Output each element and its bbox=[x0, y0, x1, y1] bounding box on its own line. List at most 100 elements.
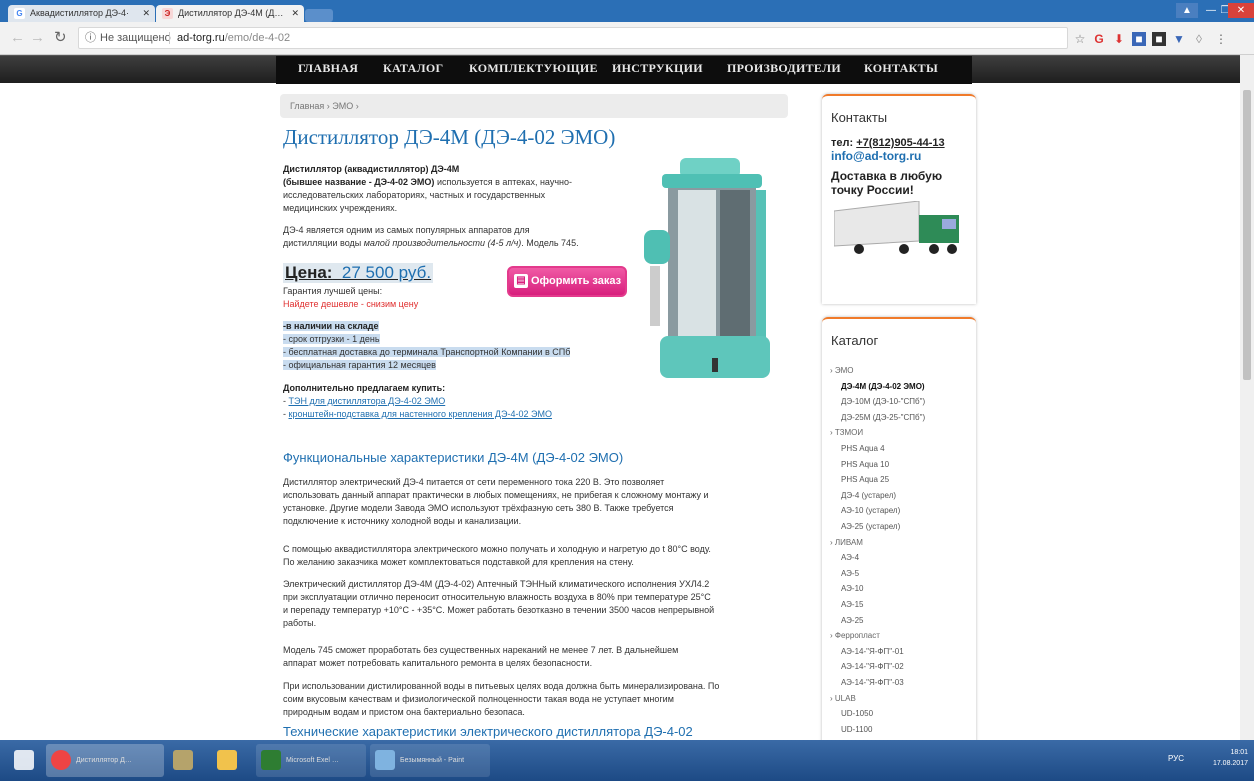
taskbar-explorer[interactable] bbox=[212, 744, 252, 777]
catalog-item[interactable]: PHS Aqua 10 bbox=[841, 460, 889, 469]
start-button[interactable] bbox=[4, 744, 40, 777]
extra-heading: Дополнительно предлагаем купить: bbox=[283, 383, 446, 393]
app-icon bbox=[173, 750, 193, 770]
nav-item-manufacturers[interactable]: ПРОИЗВОДИТЕЛИ bbox=[727, 56, 841, 84]
catalog-heading: Каталог bbox=[831, 333, 879, 348]
browser-tab-2[interactable]: Э Дистиллятор ДЭ-4М (Д… ✕ bbox=[156, 5, 304, 22]
chrome-icon bbox=[51, 750, 71, 770]
paragraph-2: С помощью аквадистиллятора электрическог… bbox=[283, 543, 793, 569]
nav-item-catalog[interactable]: КАТАЛОГ bbox=[383, 56, 443, 84]
paint-icon bbox=[375, 750, 395, 770]
price-tag: Цена: 27 500 руб. bbox=[283, 263, 434, 283]
extension-icon[interactable]: G bbox=[1092, 32, 1106, 46]
extra-products: Дополнительно предлагаем купить: - ТЭН д… bbox=[283, 383, 552, 419]
phone-link[interactable]: +7(812)905-44-13 bbox=[856, 137, 944, 149]
catalog-item[interactable]: PHS Aqua 4 bbox=[841, 444, 885, 453]
extra-link-bracket[interactable]: кронштейн-подставка для настенного крепл… bbox=[289, 409, 552, 419]
shield-icon[interactable]: ◊ bbox=[1192, 32, 1206, 46]
forward-icon[interactable]: → bbox=[30, 29, 45, 47]
extension-icon[interactable]: ■ bbox=[1152, 32, 1166, 46]
catalog-item[interactable]: › ULAB bbox=[830, 694, 856, 703]
catalog-item[interactable]: АЭ-14-"Я-ФП"-03 bbox=[841, 678, 904, 687]
browser-tab-1[interactable]: G Аквадистиллятор ДЭ-4· ✕ bbox=[8, 5, 155, 22]
catalog-item[interactable]: ДЭ-4 (устарел) bbox=[841, 491, 896, 500]
paragraph-line: С помощью аквадистиллятора электрическог… bbox=[283, 544, 711, 554]
catalog-item[interactable]: АЭ-10 (устарел) bbox=[841, 506, 900, 515]
nav-item-home[interactable]: ГЛАВНАЯ bbox=[298, 56, 358, 84]
close-tab-icon[interactable]: ✕ bbox=[291, 5, 299, 22]
tab-title: Дистиллятор ДЭ-4М (Д… bbox=[178, 8, 284, 18]
reload-icon[interactable]: ↻ bbox=[54, 29, 67, 47]
paragraph-line: и перепаду температур +10°С - +35°С. Мож… bbox=[283, 605, 715, 615]
address-bar-row: ← → ↻ ⓘ Не защищено ad-torg.ru/emo/de-4-… bbox=[0, 22, 1254, 55]
catalog-item[interactable]: ДЭ-25М (ДЭ-25-"СПб") bbox=[841, 413, 925, 422]
clock[interactable]: 18:01 17.08.2017 bbox=[1213, 747, 1248, 769]
clock-time: 18:01 bbox=[1230, 749, 1248, 756]
breadcrumb[interactable]: Главная › ЭМО › bbox=[280, 94, 788, 118]
security-label: Не защищено bbox=[100, 32, 171, 44]
language-indicator[interactable]: РУС bbox=[1168, 754, 1184, 763]
catalog-item[interactable]: АЭ-10 bbox=[841, 584, 863, 593]
vpn-icon[interactable]: ▼ bbox=[1172, 32, 1186, 46]
scrollbar-thumb[interactable] bbox=[1243, 90, 1251, 380]
catalog-item[interactable]: АЭ-4 bbox=[841, 553, 859, 562]
extension-icon[interactable]: ■ bbox=[1132, 32, 1146, 46]
catalog-item[interactable]: UD-1050 bbox=[841, 709, 873, 718]
windows-icon bbox=[14, 750, 34, 770]
new-tab-button[interactable] bbox=[305, 9, 333, 22]
paragraph-5: При использовании дистилированной воды в… bbox=[283, 680, 793, 719]
catalog-item[interactable]: ДЭ-4М (ДЭ-4-02 ЭМО) bbox=[841, 382, 925, 391]
price-cheaper-link[interactable]: Найдете дешевле - снизим цену bbox=[283, 298, 418, 311]
extra-link-heater[interactable]: ТЭН для дистиллятора ДЭ-4-02 ЭМО bbox=[289, 396, 446, 406]
menu-icon[interactable]: ⋮ bbox=[1214, 32, 1228, 46]
contacts-box: Контакты тел: +7(812)905-44-13 info@ad-t… bbox=[822, 94, 976, 304]
catalog-item[interactable]: PHS Aqua 25 bbox=[841, 475, 889, 484]
catalog-item[interactable]: АЭ-15 bbox=[841, 600, 863, 609]
back-icon[interactable]: ← bbox=[10, 29, 25, 47]
catalog-item[interactable]: UD-1100 bbox=[841, 725, 872, 734]
intro-p2-c: . Модель 745. bbox=[521, 238, 579, 248]
page-scrollbar[interactable] bbox=[1240, 55, 1254, 740]
email-link[interactable]: info@ad-torg.ru bbox=[822, 149, 976, 163]
nav-item-contacts[interactable]: КОНТАКТЫ bbox=[864, 56, 938, 84]
info-icon[interactable]: ⓘ bbox=[85, 28, 96, 48]
tech-heading: Технические характеристики электрическог… bbox=[283, 724, 693, 739]
taskbar-excel[interactable]: Microsoft Exel … bbox=[256, 744, 366, 777]
order-button-label: Оформить заказ bbox=[531, 275, 622, 287]
close-window-icon[interactable]: ✕ bbox=[1228, 3, 1254, 18]
paragraph-line: природным водам и пристом она бактериаль… bbox=[283, 707, 525, 717]
order-button[interactable]: ▤ Оформить заказ bbox=[507, 266, 627, 297]
url-domain: ad-torg.ru bbox=[177, 32, 225, 44]
close-tab-icon[interactable]: ✕ bbox=[142, 5, 150, 22]
product-image bbox=[640, 150, 790, 390]
folder-icon bbox=[217, 750, 237, 770]
taskbar-paint[interactable]: Безымянный - Paint bbox=[370, 744, 490, 777]
catalog-item[interactable]: АЭ-5 bbox=[841, 569, 859, 578]
google-icon: G bbox=[14, 8, 25, 19]
catalog-item[interactable]: › Ферропласт bbox=[830, 631, 880, 640]
download-icon[interactable]: ⬇ bbox=[1112, 32, 1126, 46]
cart-icon: ▤ bbox=[514, 274, 528, 288]
star-icon[interactable]: ☆ bbox=[1073, 32, 1087, 46]
catalog-item[interactable]: АЭ-25 (устарел) bbox=[841, 522, 900, 531]
url-text: ad-torg.ru/emo/de-4-02 bbox=[177, 28, 290, 48]
catalog-item[interactable]: › ТЗМОИ bbox=[830, 428, 863, 437]
taskbar-app[interactable] bbox=[168, 744, 208, 777]
nav-item-instructions[interactable]: ИНСТРУКЦИИ bbox=[612, 56, 703, 84]
catalog-item[interactable]: › ЛИВАМ bbox=[830, 538, 863, 547]
taskbar-chrome[interactable]: Дистиллятор Д… bbox=[46, 744, 164, 777]
paragraph-line: Модель 745 сможет проработать без сущест… bbox=[283, 645, 679, 655]
paragraph-line: Дистиллятор электрический ДЭ-4 питается … bbox=[283, 477, 665, 487]
intro-p2-italic: малой производительности (4-5 л/ч) bbox=[363, 238, 522, 248]
catalog-item[interactable]: АЭ-14-"Я-ФП"-02 bbox=[841, 662, 904, 671]
catalog-item[interactable]: АЭ-14-"Я-ФП"-01 bbox=[841, 647, 904, 656]
paragraph-line: подключение к источнику холодной воды и … bbox=[283, 516, 522, 526]
paragraph-line: По желанию заказчика может комплектовать… bbox=[283, 557, 634, 567]
catalog-item[interactable]: › ЭМО bbox=[830, 366, 854, 375]
catalog-item[interactable]: АЭ-25 bbox=[841, 616, 863, 625]
url-field[interactable]: ⓘ Не защищено ad-torg.ru/emo/de-4-02 bbox=[78, 27, 1068, 49]
user-icon[interactable]: ▲ bbox=[1176, 3, 1198, 18]
intro-text-2: исследовательских лабораториях, частных … bbox=[283, 190, 546, 200]
catalog-item[interactable]: ДЭ-10М (ДЭ-10-"СПб") bbox=[841, 397, 925, 406]
nav-item-components[interactable]: КОМПЛЕКТУЮЩИЕ bbox=[469, 56, 598, 84]
